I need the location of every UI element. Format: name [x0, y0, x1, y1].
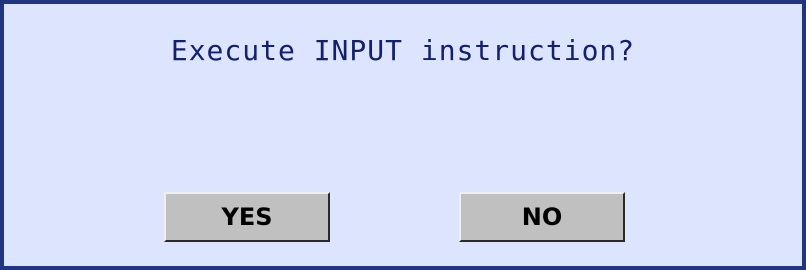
no-button[interactable]: NO [459, 192, 625, 242]
confirm-dialog: Execute INPUT instruction? YES NO [0, 0, 806, 270]
yes-button[interactable]: YES [164, 192, 330, 242]
dialog-message: Execute INPUT instruction? [170, 34, 636, 67]
